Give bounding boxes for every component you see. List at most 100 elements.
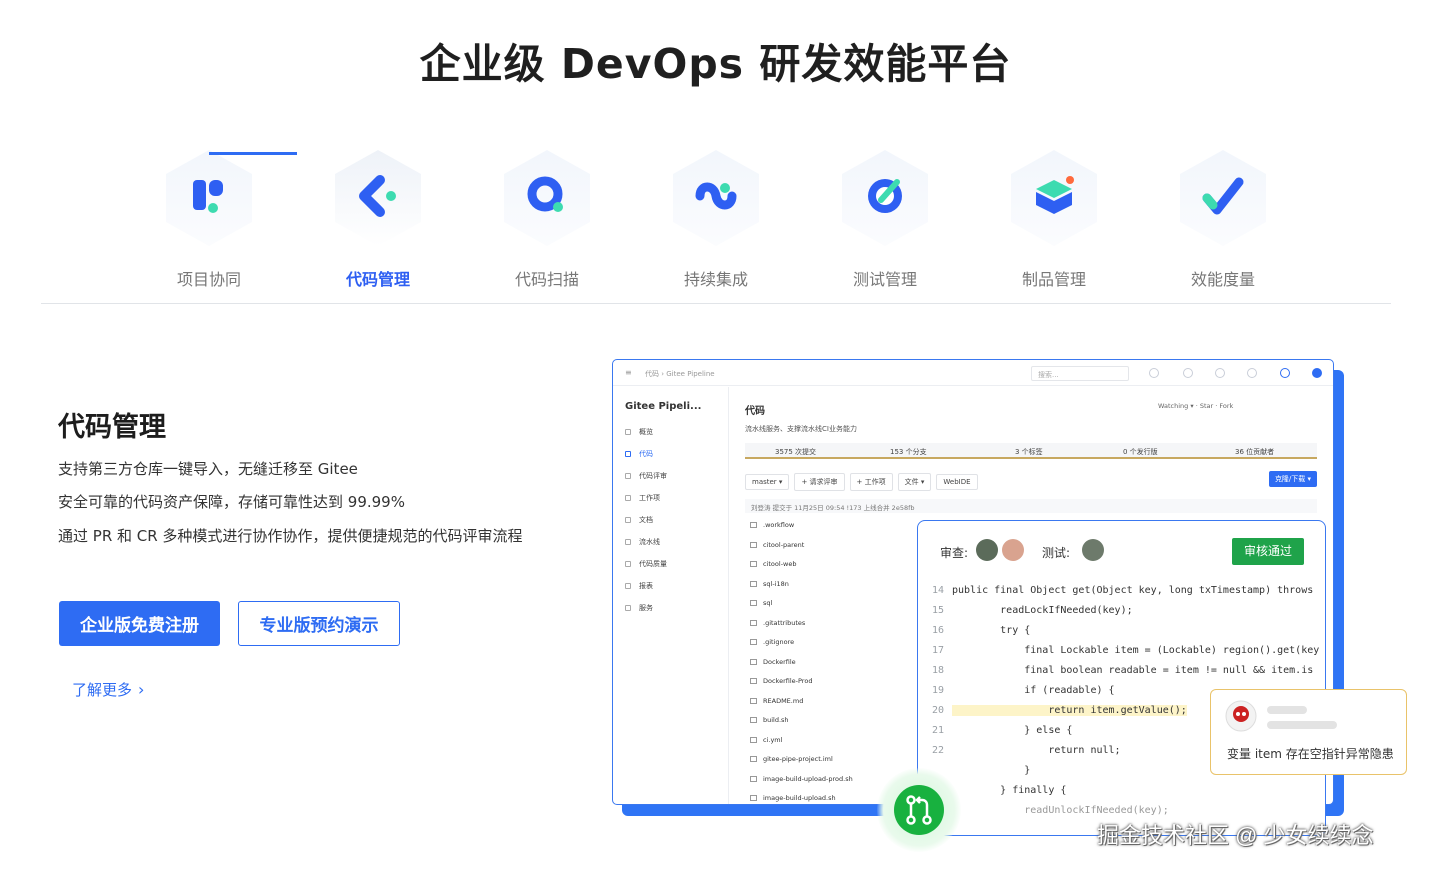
tab-scan[interactable]: 代码扫描 xyxy=(463,148,631,303)
mock-repo-name: Gitee Pipeli... xyxy=(625,401,702,412)
reviewer-label: 审查: xyxy=(940,546,969,560)
file-name: README.md xyxy=(763,696,804,705)
bulb-icon xyxy=(1247,368,1257,378)
tab-label: 测试管理 xyxy=(852,270,917,289)
pro-demo-button[interactable]: 专业版预约演示 xyxy=(238,601,400,646)
file-name: .workflow xyxy=(763,521,795,529)
file-name: .gitignore xyxy=(763,638,795,646)
file-row: .workflow xyxy=(750,521,794,529)
file-icon xyxy=(750,697,757,704)
approve-button[interactable]: 审核通过 xyxy=(1232,538,1304,565)
file-row: .gitattributes xyxy=(750,619,805,627)
reviewer-avatar xyxy=(976,539,998,561)
file-icon xyxy=(750,736,757,743)
code-text: final Lockable item = (Lockable) region(… xyxy=(952,645,1320,656)
file-icon xyxy=(750,756,757,762)
mock-desc: 流水线服务、支撑流水线CI业务能力 xyxy=(745,425,857,433)
section-title: 代码管理 xyxy=(58,412,166,443)
folder-icon xyxy=(750,561,757,567)
tab-label: 代码扫描 xyxy=(514,270,579,289)
page: 企业级 DevOps 研发效能平台 项目协同 代码管理 代码扫描 持续集成 测试… xyxy=(0,0,1431,871)
code-text: return item.getValue(); xyxy=(952,705,1187,716)
file-row: citool-parent xyxy=(750,541,804,549)
mock-sidebar-item: 流水线 xyxy=(625,537,660,547)
commenter-avatar xyxy=(1225,700,1257,732)
file-icon xyxy=(750,678,757,684)
file-row: README.md xyxy=(750,697,803,705)
tab-project[interactable]: 项目协同 xyxy=(125,148,293,303)
product-tabs: 项目协同 代码管理 代码扫描 持续集成 测试管理 制品管理 效能度量 xyxy=(125,148,1305,303)
tab-label: 项目协同 xyxy=(176,270,241,289)
tester-avatar xyxy=(1082,539,1104,561)
scan-icon xyxy=(527,176,563,212)
tester-label: 测试: xyxy=(1042,546,1071,560)
code-review-panel: 审查: 测试: 审核通过 14 public final Object get(O… xyxy=(917,520,1326,836)
code-text: return null; xyxy=(952,745,1121,756)
code-text: try { xyxy=(952,625,1031,636)
bell-icon xyxy=(1215,368,1225,378)
code-icon xyxy=(359,175,396,217)
line-number: 16 xyxy=(931,625,944,636)
pull-request-icon xyxy=(906,795,932,825)
line-number: 15 xyxy=(931,605,944,616)
mock-sidebar-item: 概览 xyxy=(625,427,653,437)
code-line: } finally { xyxy=(918,785,1325,805)
ci-icon xyxy=(695,182,737,210)
tab-artifact[interactable]: 制品管理 xyxy=(970,148,1138,303)
file-icon xyxy=(750,717,757,723)
mock-stats: 3575 次提交 153 个分支 3 个标签 0 个发行版 36 位贡献者 xyxy=(745,443,1317,459)
feature-security: 安全可靠的代码资产保障，存储可靠性达到 99.99% xyxy=(58,493,405,511)
star-label: Star xyxy=(1199,402,1214,410)
mock-repo-actions: Watching ▾ · Star · Fork xyxy=(1158,402,1234,410)
tab-test[interactable]: 测试管理 xyxy=(801,148,969,303)
file-row: .gitignore xyxy=(750,638,794,646)
file-name: image-build-upload-prod.sh xyxy=(763,774,853,783)
file-row: sql-i18n xyxy=(750,580,789,588)
pull-request-badge xyxy=(877,768,961,852)
reviewer-avatar xyxy=(1002,539,1024,561)
learn-more-link[interactable]: 了解更多 › xyxy=(72,679,144,700)
mock-sidebar-item: 代码评审 xyxy=(625,471,667,481)
mock-sidebar: Gitee Pipeli... 概览 代码 代码评审 工作项 文档 流水线 代码… xyxy=(613,387,729,804)
metrics-icon xyxy=(1202,177,1244,215)
file-name: sql xyxy=(763,599,773,607)
file-name: .gitattributes xyxy=(763,618,806,627)
file-row: Dockerfile xyxy=(750,658,796,666)
code-text: readUnlockIfNeeded(key); xyxy=(952,805,1169,816)
code-line: 15 readLockIfNeeded(key); xyxy=(918,605,1325,625)
file-name: ci.yml xyxy=(763,735,783,744)
fork-label: Fork xyxy=(1219,402,1234,410)
file-icon xyxy=(750,775,757,782)
line-number: 14 xyxy=(931,585,944,596)
code-text: public final Object get(Object key, long… xyxy=(952,585,1314,596)
tab-code[interactable]: 代码管理 xyxy=(294,148,462,303)
avatar xyxy=(1312,368,1322,378)
enterprise-register-button[interactable]: 企业版免费注册 xyxy=(59,601,220,646)
code-text: final boolean readable = item != null &&… xyxy=(952,665,1314,676)
code-line: 14 public final Object get(Object key, lo… xyxy=(918,585,1325,605)
active-tab-indicator xyxy=(209,152,297,155)
folder-icon xyxy=(750,541,757,548)
mock-search: 搜索... xyxy=(1031,366,1129,381)
artifact-icon xyxy=(1036,176,1074,214)
mock-breadcrumb: 代码 › Gitee Pipeline xyxy=(645,370,715,378)
file-name: Dockerfile-Prod xyxy=(763,677,813,685)
comment-text: 变量 item 存在空指针异常隐患 xyxy=(1227,747,1394,761)
tab-label: 制品管理 xyxy=(1021,270,1086,289)
tab-ci[interactable]: 持续集成 xyxy=(632,148,800,303)
tab-metrics[interactable]: 效能度量 xyxy=(1139,148,1307,303)
mock-download-button: 克隆/下载 ▾ xyxy=(1269,471,1317,487)
file-name: image-build-upload.sh xyxy=(763,794,836,802)
file-row: citool-web xyxy=(750,560,796,568)
file-row: image-build-upload.sh xyxy=(750,794,836,802)
line-number: 21 xyxy=(931,725,944,736)
plus-icon xyxy=(1280,368,1290,378)
tab-label: 效能度量 xyxy=(1190,270,1255,289)
file-icon xyxy=(750,795,757,801)
file-row: image-build-upload-prod.sh xyxy=(750,775,853,783)
project-icon xyxy=(193,180,223,213)
mock-commit: 刘登涛 提交于 11月25日 09:54 !173 上线合并 2e58fb xyxy=(745,499,1317,513)
tab-label: 代码管理 xyxy=(345,270,410,289)
code-text: } xyxy=(952,765,1031,776)
pr-circle xyxy=(894,785,944,835)
